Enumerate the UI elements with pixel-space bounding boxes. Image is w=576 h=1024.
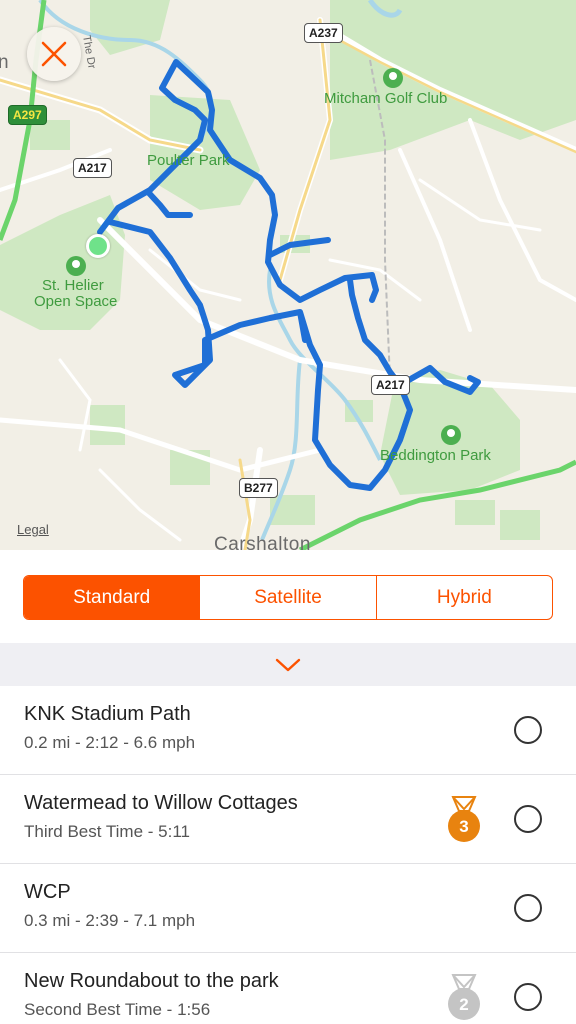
segment-row[interactable]: KNK Stadium Path 0.2 mi - 2:12 - 6.6 mph [0,686,576,775]
segment-name: WCP [24,881,71,903]
road-shield-a237: A237 [304,23,343,43]
medal-rank: 2 [459,995,468,1014]
map-label-open-space: Open Space [34,293,118,310]
medal-rank: 3 [459,817,468,836]
close-button[interactable] [27,27,81,81]
map-label-st-helier: St. Helier [42,277,104,294]
collapse-bar[interactable] [0,643,576,686]
map-type-hybrid[interactable]: Hybrid [377,576,552,619]
map-legal-link[interactable]: Legal [17,522,49,537]
park-icon [441,425,461,445]
segment-detail: Third Best Time - 5:11 [24,822,190,841]
map-view[interactable]: n The Dr Mitcham Golf Club Poulter Park … [0,0,576,550]
segment-row[interactable]: New Roundabout to the park Second Best T… [0,953,576,1024]
map-edge-letter: n [0,52,10,73]
map-type-satellite[interactable]: Satellite [200,576,377,619]
bronze-medal-icon: 3 [448,796,480,842]
segment-select-radio[interactable] [514,716,542,744]
map-type-selector: Standard Satellite Hybrid [23,575,553,620]
segment-detail: Second Best Time - 1:56 [24,1000,211,1019]
map-type-standard[interactable]: Standard [24,576,201,619]
road-shield-a217-east: A217 [371,375,410,395]
road-shield-a217: A217 [73,158,112,178]
segment-row[interactable]: WCP 0.3 mi - 2:39 - 7.1 mph [0,864,576,953]
golf-icon [383,68,403,88]
segment-detail: 0.3 mi - 2:39 - 7.1 mph [24,911,196,930]
segment-select-radio[interactable] [514,983,542,1011]
map-label-carshalton: Carshalton [214,534,311,550]
segment-name: KNK Stadium Path [24,703,191,725]
road-shield-a297: A297 [8,105,47,125]
segment-select-radio[interactable] [514,894,542,922]
map-label-poulter-park: Poulter Park [147,152,230,169]
map-base [0,0,576,550]
segment-name: New Roundabout to the park [24,970,279,992]
road-shield-b277: B277 [239,478,278,498]
park-icon [66,256,86,276]
map-label-golf: Mitcham Golf Club [324,90,448,107]
segment-row[interactable]: Watermead to Willow Cottages Third Best … [0,775,576,864]
segment-detail: 0.2 mi - 2:12 - 6.6 mph [24,733,196,752]
chevron-down-icon [275,658,301,671]
segment-name: Watermead to Willow Cottages [24,792,298,814]
close-icon [41,41,67,67]
silver-medal-icon: 2 [448,974,480,1020]
segment-select-radio[interactable] [514,805,542,833]
route-start-marker [86,234,110,258]
segment-list: KNK Stadium Path 0.2 mi - 2:12 - 6.6 mph… [0,686,576,1024]
map-label-beddington-park: Beddington Park [380,447,491,464]
